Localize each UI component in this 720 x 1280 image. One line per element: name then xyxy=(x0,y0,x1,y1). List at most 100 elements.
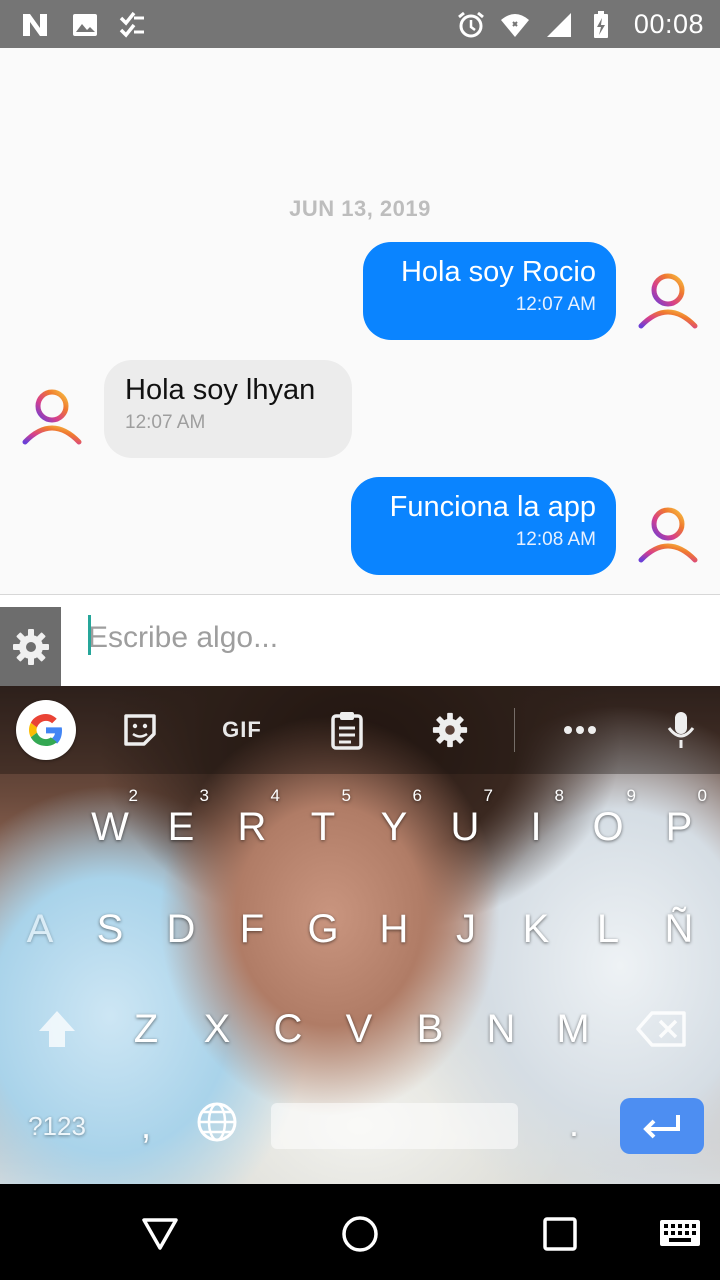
key-r[interactable]: R4 xyxy=(216,782,288,872)
more-button[interactable] xyxy=(554,706,606,754)
message-bubble-outgoing[interactable]: Funciona la app 12:08 AM xyxy=(351,477,616,575)
composer-settings-button[interactable] xyxy=(0,607,61,687)
back-triangle-icon xyxy=(142,1218,178,1250)
key-label: T xyxy=(310,804,336,849)
recents-button[interactable] xyxy=(538,1212,582,1256)
key-label: K xyxy=(522,906,550,951)
key-m[interactable]: M xyxy=(537,984,609,1074)
key-x[interactable]: X xyxy=(181,984,253,1074)
key-label: P xyxy=(665,804,693,849)
battery-charging-icon xyxy=(594,11,608,38)
key-n[interactable]: N xyxy=(465,984,537,1074)
language-key[interactable] xyxy=(190,1094,244,1150)
key-label: A xyxy=(26,906,54,951)
key-hint: 8 xyxy=(554,786,564,805)
enter-arrow-icon xyxy=(643,1115,680,1139)
key-hint: 2 xyxy=(128,786,138,805)
navigation-bar xyxy=(0,1184,720,1280)
clipboard-button[interactable] xyxy=(321,706,373,754)
more-dots-icon xyxy=(564,726,596,734)
key-label: V xyxy=(345,1006,373,1051)
key-p[interactable]: P0 xyxy=(643,782,715,872)
key-hint: 9 xyxy=(626,786,636,805)
key-label: U xyxy=(450,804,480,849)
key-label: O xyxy=(592,804,624,849)
key-g[interactable]: G xyxy=(287,884,359,974)
home-button[interactable] xyxy=(338,1212,382,1256)
message-bubble-incoming[interactable]: Hola soy lhyan 12:07 AM xyxy=(104,360,352,458)
key-d[interactable]: D xyxy=(145,884,217,974)
contact-avatar-icon[interactable] xyxy=(20,384,84,448)
period-key[interactable]: . xyxy=(552,1094,596,1154)
key-label: H xyxy=(379,906,409,951)
backspace-icon xyxy=(636,1011,686,1047)
sticker-button[interactable] xyxy=(114,706,166,754)
message-text: Hola soy Rocio xyxy=(400,256,596,288)
key-label: Z xyxy=(133,1006,159,1051)
voice-input-button[interactable] xyxy=(656,706,706,754)
key-s[interactable]: S xyxy=(74,884,146,974)
key-f[interactable]: F xyxy=(216,884,288,974)
key-i[interactable]: I8 xyxy=(500,782,572,872)
key-label: Y xyxy=(380,804,408,849)
key-u[interactable]: U7 xyxy=(429,782,501,872)
shift-key[interactable] xyxy=(24,984,90,1074)
key-e[interactable]: E3 xyxy=(145,782,217,872)
key-b[interactable]: B xyxy=(394,984,466,1074)
key-label: L xyxy=(596,906,620,951)
key-w[interactable]: W2 xyxy=(74,782,146,872)
space-bar[interactable] xyxy=(271,1103,518,1149)
key-c[interactable]: C xyxy=(252,984,324,1074)
key-label: E xyxy=(167,804,195,849)
key-label: I xyxy=(530,804,542,849)
key-label: J xyxy=(456,906,476,951)
keyboard-switch-button[interactable] xyxy=(658,1212,702,1256)
signal-icon xyxy=(547,13,571,37)
message-bubble-outgoing[interactable]: Hola soy Rocio 12:07 AM xyxy=(363,242,616,340)
key-z[interactable]: Z xyxy=(110,984,182,1074)
user-avatar-icon[interactable] xyxy=(636,268,700,332)
comma-key[interactable]: , xyxy=(124,1091,168,1161)
key-l[interactable]: L xyxy=(572,884,644,974)
key-y[interactable]: Y6 xyxy=(358,782,430,872)
keyboard-toolbar: GIF xyxy=(0,686,720,774)
message-text: Hola soy lhyan xyxy=(125,374,316,406)
key-label: , xyxy=(140,1105,151,1146)
symbols-key[interactable]: ?123 xyxy=(18,1096,96,1156)
key-h[interactable]: H xyxy=(358,884,430,974)
key-label: G xyxy=(307,906,339,951)
enter-key[interactable] xyxy=(620,1098,704,1154)
google-g-icon xyxy=(29,714,62,746)
user-avatar-icon[interactable] xyxy=(636,502,700,566)
key-t[interactable]: T5 xyxy=(287,782,359,872)
recents-square-icon xyxy=(543,1217,577,1251)
message-input[interactable] xyxy=(88,611,688,665)
message-text: Funciona la app xyxy=(389,491,596,523)
key-n-tilde[interactable]: Ñ xyxy=(643,884,715,974)
key-hint: 6 xyxy=(412,786,422,805)
back-button[interactable] xyxy=(138,1212,182,1256)
keyboard-settings-button[interactable] xyxy=(424,706,476,754)
message-time: 12:07 AM xyxy=(515,294,596,315)
image-icon xyxy=(73,14,97,36)
gif-button[interactable]: GIF xyxy=(210,706,274,754)
gear-icon xyxy=(432,712,468,748)
key-j[interactable]: J xyxy=(430,884,502,974)
key-hint: 4 xyxy=(270,786,280,805)
n-notification-icon xyxy=(23,14,47,36)
key-v[interactable]: V xyxy=(323,984,395,1074)
key-label: F xyxy=(239,906,265,951)
key-label: R xyxy=(237,804,267,849)
chat-area[interactable]: JUN 13, 2019 Hola soy Rocio 12:07 AM Hol… xyxy=(0,48,720,594)
gear-icon xyxy=(12,629,49,665)
shift-arrow-icon xyxy=(39,1011,75,1047)
key-k[interactable]: K xyxy=(500,884,572,974)
key-label: . xyxy=(568,1103,579,1144)
google-search-button[interactable] xyxy=(16,700,76,760)
key-o[interactable]: O9 xyxy=(572,782,644,872)
key-a[interactable]: A xyxy=(4,884,76,974)
status-bar: 00:08 xyxy=(0,0,720,48)
backspace-key[interactable] xyxy=(628,984,696,1074)
keyboard-icon xyxy=(660,1220,700,1246)
checklist-icon xyxy=(119,11,144,38)
